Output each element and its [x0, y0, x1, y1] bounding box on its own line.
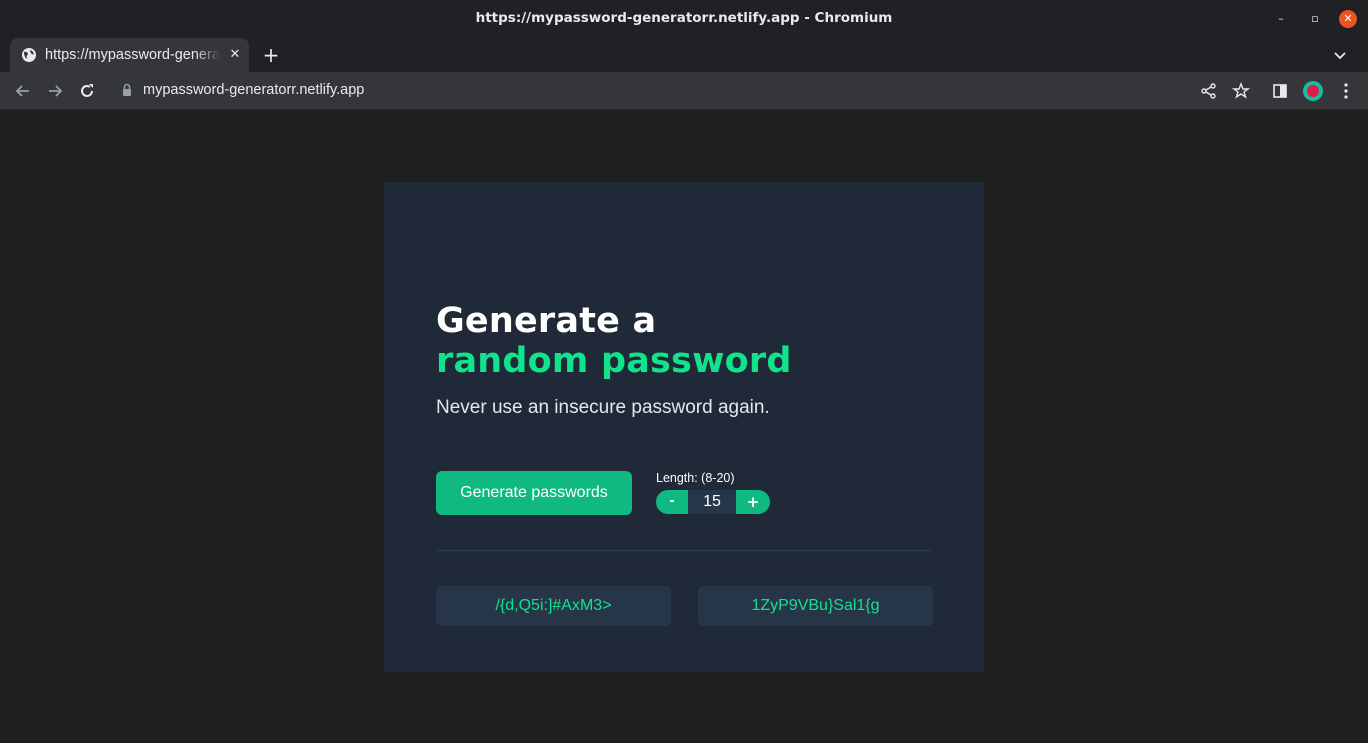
length-stepper: - 15 + — [656, 490, 770, 514]
title-line-1: Generate a — [436, 301, 657, 341]
side-panel-icon[interactable] — [1270, 81, 1290, 101]
password-output-2[interactable]: 1ZyP9VBu}Sal1{g — [698, 586, 933, 626]
bookmark-star-icon[interactable] — [1231, 81, 1251, 101]
url-text[interactable]: mypassword-generatorr.netlify.app — [143, 82, 364, 98]
new-tab-button[interactable]: + — [260, 44, 282, 66]
browser-tab[interactable]: https://mypassword-generatorr.netlify.ap… — [10, 38, 249, 72]
generator-card: Generate a random password Never use an … — [384, 182, 984, 672]
chevron-down-icon[interactable] — [1330, 44, 1350, 66]
reload-icon[interactable] — [77, 81, 97, 101]
decrease-length-button[interactable]: - — [656, 490, 688, 514]
profile-avatar[interactable] — [1303, 81, 1323, 101]
browser-toolbar: mypassword-generatorr.netlify.app — [0, 72, 1368, 110]
generate-passwords-button[interactable]: Generate passwords — [436, 471, 632, 515]
page-subtitle: Never use an insecure password again. — [436, 397, 770, 418]
window-titlebar: https://mypassword-generatorr.netlify.ap… — [0, 0, 1368, 38]
window-title: https://mypassword-generatorr.netlify.ap… — [475, 10, 893, 26]
minimize-button[interactable]: – — [1272, 10, 1290, 28]
tab-close-icon[interactable]: ✕ — [226, 46, 244, 64]
tab-strip: https://mypassword-generatorr.netlify.ap… — [0, 38, 1368, 72]
share-icon[interactable] — [1199, 81, 1219, 101]
menu-icon[interactable] — [1336, 81, 1356, 101]
divider — [436, 550, 932, 551]
password-output-1[interactable]: /{d,Q5i:]#AxM3> — [436, 586, 671, 626]
globe-icon — [22, 48, 36, 62]
length-label: Length: (8-20) — [656, 471, 735, 485]
length-value: 15 — [688, 490, 736, 514]
forward-icon[interactable] — [45, 81, 65, 101]
maximize-button[interactable]: ▫ — [1306, 10, 1324, 28]
page-viewport: Generate a random password Never use an … — [0, 111, 1368, 743]
lock-icon[interactable] — [121, 82, 133, 98]
tab-title: https://mypassword-generatorr.netlify.ap… — [45, 47, 221, 63]
back-icon[interactable] — [13, 81, 33, 101]
title-line-2: random password — [436, 341, 792, 381]
increase-length-button[interactable]: + — [736, 490, 770, 514]
page-title: Generate a random password — [436, 301, 792, 381]
close-window-button[interactable]: ✕ — [1339, 10, 1357, 28]
